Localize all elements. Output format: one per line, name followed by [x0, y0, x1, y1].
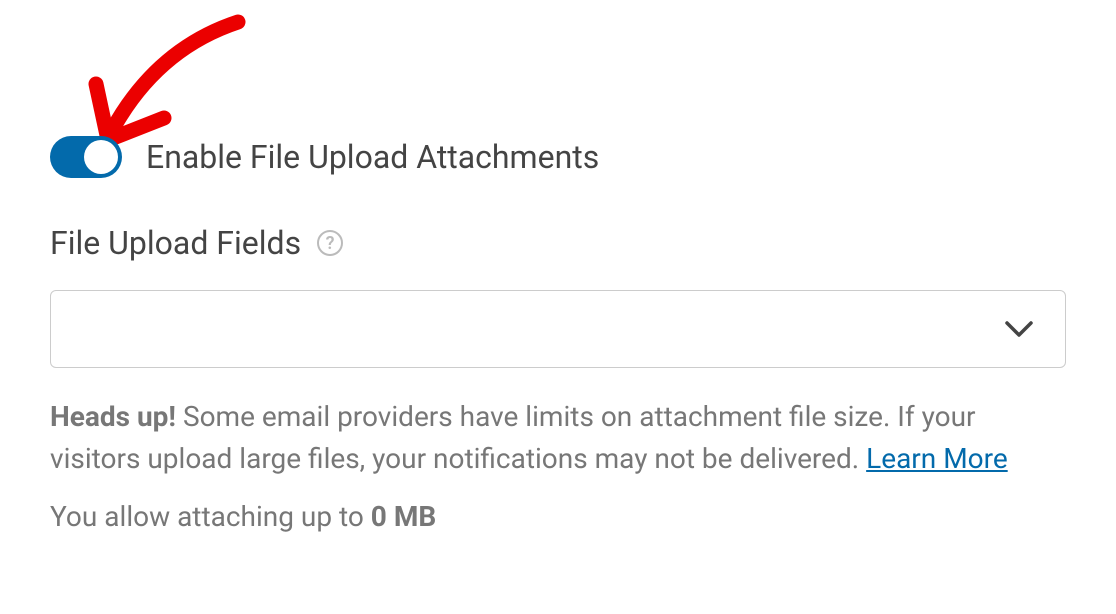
annotation-arrow — [78, 10, 258, 150]
warning-prefix: Heads up! — [50, 400, 176, 433]
allow-size: 0 MB — [371, 500, 436, 533]
toggle-knob — [84, 140, 118, 174]
help-icon[interactable]: ? — [317, 230, 343, 256]
allow-prefix: You allow attaching up to — [50, 500, 371, 533]
toggle-label: Enable File Upload Attachments — [146, 138, 599, 176]
enable-file-upload-toggle[interactable] — [50, 136, 122, 178]
allow-text: You allow attaching up to 0 MB — [50, 500, 1066, 533]
warning-text: Heads up! Some email providers have limi… — [50, 396, 1066, 480]
file-upload-fields-label: File Upload Fields — [50, 224, 301, 262]
file-upload-fields-select[interactable] — [50, 290, 1066, 368]
chevron-down-icon — [1005, 320, 1033, 338]
learn-more-link[interactable]: Learn More — [866, 442, 1008, 475]
warning-body: Some email providers have limits on atta… — [50, 400, 976, 475]
